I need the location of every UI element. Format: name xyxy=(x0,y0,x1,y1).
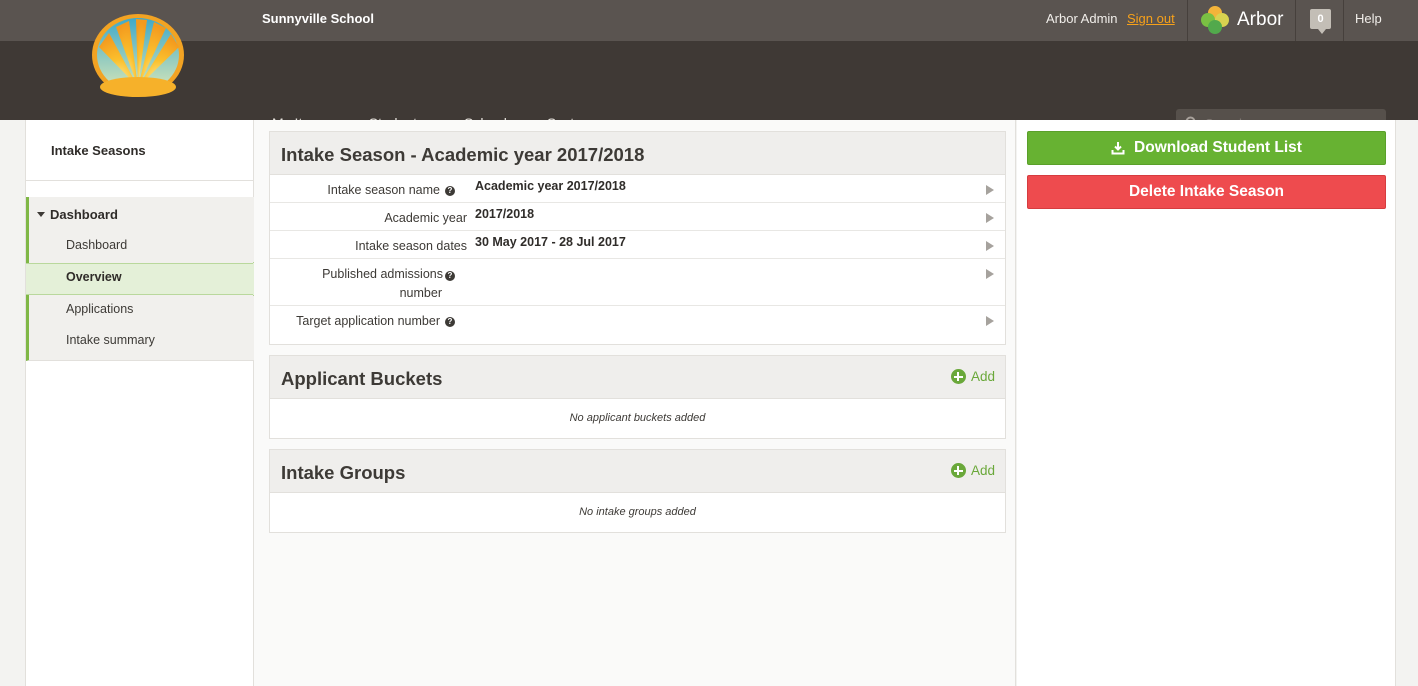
add-applicant-bucket-button[interactable]: Add xyxy=(950,369,995,384)
sidebar-active-highlight xyxy=(26,263,254,295)
user-name: Arbor Admin xyxy=(1046,11,1118,26)
plus-circle-icon xyxy=(950,369,966,384)
field-label: Published admissions? number xyxy=(322,265,455,303)
brand-name: Arbor xyxy=(1237,9,1284,30)
field-label: Academic year xyxy=(384,211,467,225)
divider xyxy=(1343,0,1344,41)
panel-header: Applicant Buckets Add xyxy=(270,356,1005,399)
help-icon[interactable]: ? xyxy=(445,186,455,196)
divider xyxy=(26,180,254,181)
arrow-right-icon xyxy=(986,185,994,195)
arbor-logo-icon xyxy=(1201,6,1229,34)
applicant-buckets-panel: Applicant Buckets Add No applicant bucke… xyxy=(269,355,1006,439)
divider xyxy=(1187,0,1188,41)
help-icon[interactable]: ? xyxy=(445,317,455,327)
school-logo[interactable] xyxy=(91,13,185,97)
intake-season-panel: Intake Season - Academic year 2017/2018 … xyxy=(269,131,1006,345)
download-icon xyxy=(1111,142,1125,155)
notifications-badge[interactable]: 0 xyxy=(1310,9,1331,34)
sidebar-item-applications[interactable]: Applications xyxy=(66,302,133,316)
triangle-down-icon xyxy=(37,212,45,217)
help-link[interactable]: Help xyxy=(1355,11,1382,26)
arrow-right-icon xyxy=(986,269,994,279)
sidebar-item-dashboard[interactable]: Dashboard xyxy=(66,238,127,252)
main-nav: My Items Students School System xyxy=(0,41,1418,137)
empty-message: No intake groups added xyxy=(579,506,696,518)
sidebar-group-dashboard[interactable]: Dashboard xyxy=(37,207,118,222)
top-bar: Sunnyville School Arbor Admin Sign out A… xyxy=(0,0,1418,41)
sidebar-item-overview[interactable]: Overview xyxy=(66,270,122,284)
field-row-target-application-number[interactable]: Target application number? xyxy=(270,306,1005,343)
field-row-published-admissions-number[interactable]: Published admissions? number xyxy=(270,259,1005,306)
sidebar: Intake Seasons Dashboard Dashboard Overv… xyxy=(25,120,264,686)
actions-column: Download Student List Delete Intake Seas… xyxy=(1017,120,1396,686)
sidebar-item-intake-summary[interactable]: Intake summary xyxy=(66,333,155,347)
help-icon[interactable]: ? xyxy=(445,271,455,281)
sidebar-title[interactable]: Intake Seasons xyxy=(51,143,146,158)
add-intake-group-button[interactable]: Add xyxy=(950,463,995,478)
main-content: Intake Season - Academic year 2017/2018 … xyxy=(254,120,1016,686)
panel-title: Applicant Buckets xyxy=(281,368,443,389)
empty-message: No applicant buckets added xyxy=(569,412,706,424)
arrow-right-icon xyxy=(986,213,994,223)
plus-circle-icon xyxy=(950,463,966,478)
arrow-right-icon xyxy=(986,241,994,251)
field-label: Target application number? xyxy=(296,312,455,331)
delete-intake-season-button[interactable]: Delete Intake Season xyxy=(1027,175,1386,209)
download-student-list-button[interactable]: Download Student List xyxy=(1027,131,1386,165)
field-label: Intake season dates xyxy=(355,239,467,253)
school-name[interactable]: Sunnyville School xyxy=(262,11,374,26)
arbor-brand[interactable]: Arbor xyxy=(1199,4,1283,36)
field-row-intake-season-name[interactable]: Intake season name? Academic year 2017/2… xyxy=(270,175,1005,203)
field-row-intake-season-dates[interactable]: Intake season dates 30 May 2017 - 28 Jul… xyxy=(270,231,1005,259)
field-value: Academic year 2017/2018 xyxy=(475,179,626,193)
divider xyxy=(1295,0,1296,41)
field-label: Intake season name? xyxy=(327,181,455,200)
panel-header: Intake Season - Academic year 2017/2018 xyxy=(270,132,1005,175)
arrow-right-icon xyxy=(986,316,994,326)
panel-header: Intake Groups Add xyxy=(270,450,1005,493)
intake-groups-panel: Intake Groups Add No intake groups added xyxy=(269,449,1006,533)
field-value: 2017/2018 xyxy=(475,207,535,221)
field-value: 30 May 2017 - 28 Jul 2017 xyxy=(475,235,626,249)
sign-out-link[interactable]: Sign out xyxy=(1127,11,1175,26)
field-row-academic-year[interactable]: Academic year 2017/2018 xyxy=(270,203,1005,231)
panel-title: Intake Groups xyxy=(281,462,406,483)
sidebar-nav: Dashboard Dashboard Overview Application… xyxy=(26,197,264,361)
panel-title: Intake Season - Academic year 2017/2018 xyxy=(281,144,645,165)
